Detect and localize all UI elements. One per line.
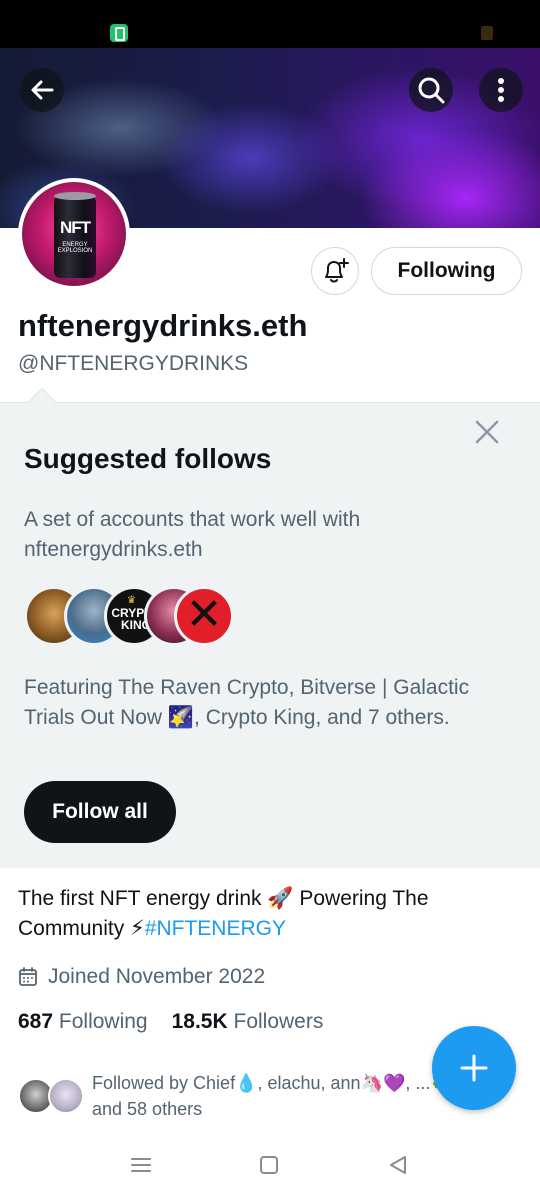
- user-handle: @NFTENERGYDRINKS: [18, 352, 249, 375]
- notification-icon: [481, 26, 493, 40]
- system-back-button[interactable]: [383, 1150, 413, 1180]
- suggested-avatars[interactable]: ♛ CRYPTO KING ✕: [24, 586, 244, 648]
- follower-avatar-2: [48, 1078, 84, 1114]
- followers-count-link[interactable]: 18.5K Followers: [172, 1010, 324, 1034]
- avatar-suggested-5[interactable]: ✕: [174, 586, 234, 646]
- close-icon: [475, 420, 499, 444]
- battery-saver-icon: [110, 24, 128, 42]
- home-button[interactable]: [254, 1150, 284, 1180]
- display-name: nftenergydrinks.eth: [18, 308, 308, 343]
- system-navigation-bar: [0, 1130, 540, 1200]
- avatar-can-sublabel: ENERGY EXPLOSION: [57, 242, 93, 254]
- more-vertical-icon: [498, 78, 504, 102]
- bell-plus-icon: [325, 258, 349, 283]
- followers-label: Followers: [233, 1010, 324, 1033]
- status-bar: [0, 0, 540, 48]
- recent-apps-button[interactable]: [126, 1150, 156, 1180]
- energy-can-image: NFT ENERGY EXPLOSION: [22, 182, 126, 286]
- search-icon: [418, 77, 445, 104]
- more-options-button[interactable]: [479, 68, 523, 112]
- search-button[interactable]: [409, 68, 453, 112]
- featuring-text: Featuring The Raven Crypto, Bitverse | G…: [24, 676, 470, 729]
- joined-text: Joined November 2022: [48, 965, 266, 988]
- back-button[interactable]: [20, 68, 64, 112]
- avatar-can-label: NFT: [59, 218, 91, 237]
- joined-date: Joined November 2022: [18, 962, 265, 992]
- notifications-button[interactable]: [311, 247, 359, 295]
- follow-counts: 687 Following 18.5K Followers: [18, 1010, 347, 1034]
- menu-icon: [131, 1158, 151, 1172]
- square-icon: [260, 1156, 278, 1174]
- following-count-link[interactable]: 687 Following: [18, 1010, 148, 1034]
- x-mark-icon: ✕: [185, 590, 223, 639]
- triangle-back-icon: [390, 1156, 406, 1174]
- plus-icon: [460, 1054, 488, 1082]
- bio-hashtag-link[interactable]: #NFTENERGY: [145, 917, 286, 940]
- compose-button[interactable]: [432, 1026, 516, 1110]
- calendar-icon: [19, 967, 37, 986]
- arrow-left-icon: [31, 80, 54, 100]
- following-label: Following: [58, 1010, 148, 1033]
- following-button[interactable]: Following: [371, 247, 522, 295]
- profile-bio: The first NFT energy drink 🚀 Powering Th…: [18, 884, 518, 944]
- dismiss-suggestions-button[interactable]: [471, 416, 503, 448]
- follow-all-button[interactable]: Follow all: [24, 781, 176, 843]
- followed-by-avatars[interactable]: [18, 1078, 88, 1116]
- suggested-follows-description: A set of accounts that work well with nf…: [24, 508, 361, 561]
- profile-avatar[interactable]: NFT ENERGY EXPLOSION: [18, 178, 130, 290]
- crown-icon: ♛: [127, 595, 136, 606]
- following-count: 687: [18, 1010, 54, 1033]
- followers-count: 18.5K: [171, 1010, 228, 1033]
- suggested-follows-title: Suggested follows: [24, 443, 272, 474]
